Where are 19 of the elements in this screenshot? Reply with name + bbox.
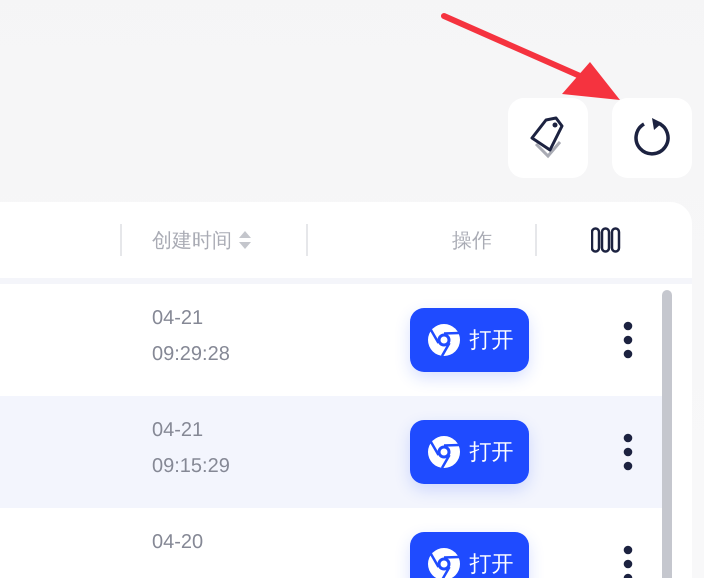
- time-text: 09:29:28: [152, 342, 231, 367]
- open-button[interactable]: 打开: [410, 308, 529, 372]
- open-button[interactable]: 打开: [410, 420, 529, 484]
- column-header: 操作: [452, 226, 492, 254]
- time-text: 09:15:29: [152, 454, 231, 479]
- kebab-icon: [623, 321, 633, 359]
- columns-icon[interactable]: [591, 227, 621, 253]
- browser-icon: [426, 546, 462, 578]
- kebab-icon: [623, 433, 633, 471]
- date-text: 04-21: [152, 306, 204, 331]
- browser-icon: [426, 434, 462, 470]
- kebab-icon: [623, 545, 633, 578]
- scrollbar[interactable]: [662, 290, 672, 578]
- tag-button[interactable]: [508, 98, 588, 178]
- open-button[interactable]: 打开: [410, 532, 529, 578]
- refresh-button[interactable]: [612, 98, 692, 178]
- date-text: 04-21: [152, 418, 204, 443]
- browser-icon: [426, 322, 462, 358]
- date-text: 04-20: [152, 530, 204, 555]
